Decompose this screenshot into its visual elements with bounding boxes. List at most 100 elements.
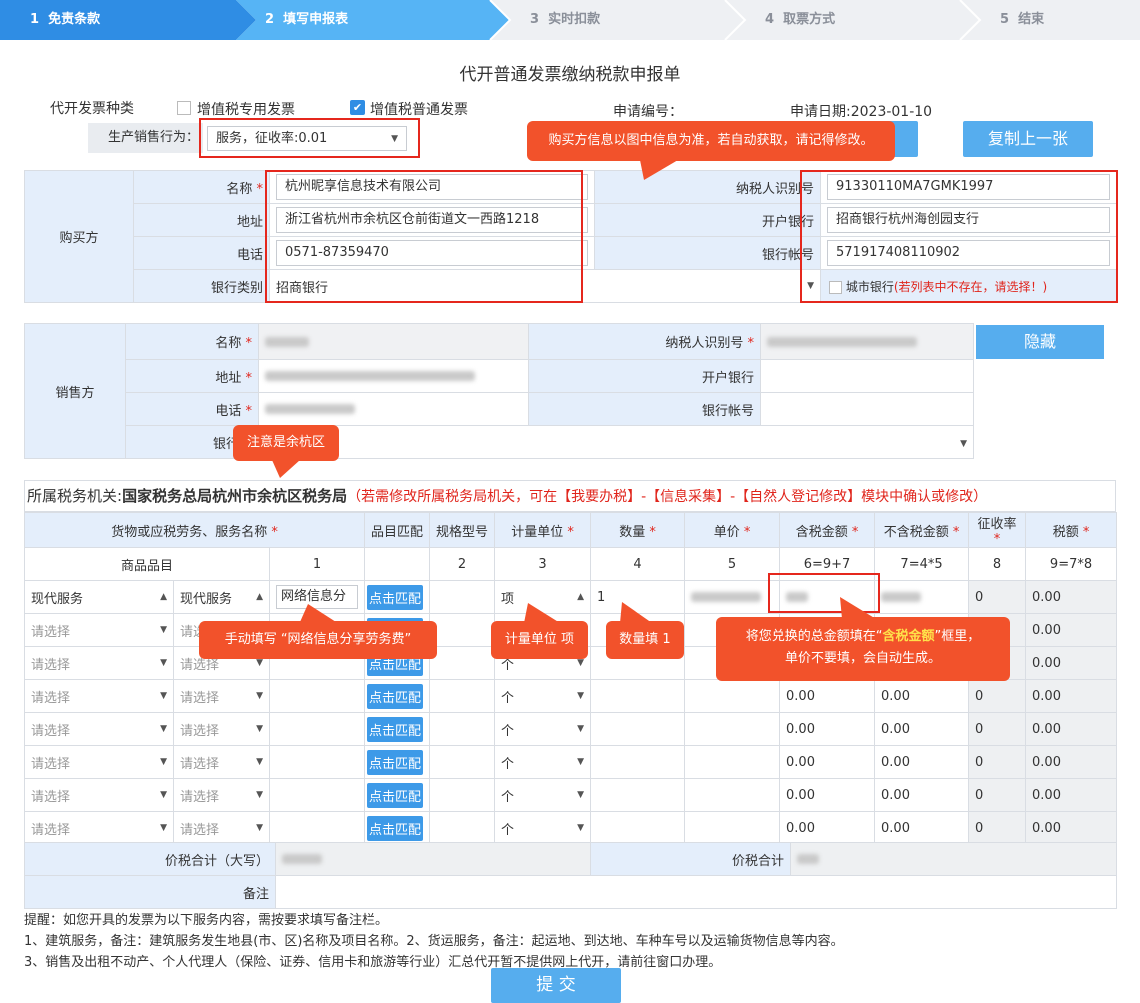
goods-name-input[interactable] — [268, 712, 366, 746]
unit-select[interactable]: 个▼ — [494, 745, 592, 779]
spec-input[interactable] — [429, 712, 496, 746]
amount-input[interactable]: 0.00 — [779, 778, 876, 812]
category-select-1[interactable]: 请选择 ▼ — [24, 811, 174, 845]
seller-banktype-select[interactable]: ▼ — [258, 425, 974, 459]
spec-input[interactable] — [429, 580, 496, 614]
amount-callout: 将您兑换的总金额填在“含税金额”框里， 单价不要填，会自动生成。 — [716, 617, 1010, 681]
tax-value: 0.00 — [1025, 646, 1118, 680]
qty-input[interactable] — [590, 811, 686, 845]
match-button[interactable]: 点击匹配 — [367, 782, 424, 808]
match-button[interactable]: 点击匹配 — [367, 584, 424, 610]
seller-account-value[interactable] — [760, 392, 974, 426]
noamount-value: 0.00 — [874, 679, 970, 713]
amount-input[interactable]: 0.00 — [779, 679, 876, 713]
buyer-taxid-input[interactable]: 91330110MA7GMK1997 — [827, 174, 1110, 200]
qty-input[interactable] — [590, 712, 686, 746]
price-input[interactable] — [684, 811, 781, 845]
match-button[interactable]: 点击匹配 — [367, 749, 424, 775]
category-select-1[interactable]: 请选择 ▼ — [24, 646, 174, 680]
unit-select[interactable]: 个▼ — [494, 712, 592, 746]
buyer-callout: 购买方信息以图中信息为准，若自动获取，请记得修改。 — [527, 121, 895, 161]
category-select-1[interactable]: 现代服务 ▲ — [24, 580, 174, 614]
apply-no-label: 申请编号： — [613, 104, 683, 120]
tax-value: 0.00 — [1025, 580, 1118, 614]
buyer-table: 购买方 名称 * 杭州昵享信息技术有限公司 纳税人识别号 91330110MA7… — [24, 170, 1117, 303]
special-invoice-checkbox[interactable] — [177, 101, 191, 115]
unit-select[interactable]: 个▼ — [494, 679, 592, 713]
spec-input[interactable] — [429, 646, 496, 680]
buyer-account-cell: 571917408110902 — [820, 236, 1117, 270]
match-cell: 点击匹配 — [364, 745, 431, 779]
unit-select[interactable]: 个▼ — [494, 811, 592, 845]
seller-address-label: 地址 * — [125, 359, 259, 393]
remark-input[interactable] — [275, 875, 1117, 909]
category-select-2[interactable]: 请选择▼ — [173, 745, 270, 779]
qty-input[interactable] — [590, 745, 686, 779]
price-input[interactable] — [684, 580, 781, 614]
goods-name-input[interactable] — [268, 745, 366, 779]
seller-bank-value[interactable] — [760, 359, 974, 393]
city-bank-checkbox[interactable] — [829, 280, 842, 294]
price-input[interactable] — [684, 778, 781, 812]
header-tax: 税额 * — [1025, 512, 1118, 548]
buyer-taxid-cell: 91330110MA7GMK1997 — [820, 170, 1117, 204]
price-input[interactable] — [684, 712, 781, 746]
qty-input[interactable] — [590, 778, 686, 812]
sub-n3: 3 — [494, 547, 592, 581]
qty-callout: 数量填 1 — [606, 621, 684, 659]
category-select-2[interactable]: 请选择▼ — [173, 679, 270, 713]
match-button[interactable]: 点击匹配 — [367, 683, 424, 709]
buyer-address-input[interactable]: 浙江省杭州市余杭区仓前街道文一西路1218 — [276, 207, 588, 233]
match-button[interactable]: 点击匹配 — [367, 815, 424, 841]
category-select-2[interactable]: 请选择▼ — [173, 778, 270, 812]
amount-input[interactable]: 0.00 — [779, 811, 876, 845]
buyer-name-cell: 杭州昵享信息技术有限公司 — [269, 170, 595, 204]
seller-phone-label: 电话 * — [125, 392, 259, 426]
buyer-bank-input[interactable]: 招商银行杭州海创园支行 — [827, 207, 1110, 233]
category-select-1[interactable]: 请选择 ▼ — [24, 712, 174, 746]
header-unit: 计量单位 * — [494, 512, 592, 548]
goods-name-input[interactable] — [268, 811, 366, 845]
buyer-banktype-select[interactable]: 招商银行 ▼ — [276, 277, 814, 296]
spec-input[interactable] — [429, 811, 496, 845]
sub-n8: 8 — [968, 547, 1027, 581]
checkmark-icon[interactable]: ✔ — [350, 100, 365, 115]
category-select-1[interactable]: 请选择 ▼ — [24, 613, 174, 647]
price-input[interactable] — [684, 745, 781, 779]
tax-value: 0.00 — [1025, 679, 1118, 713]
seller-bank-label: 开户银行 — [528, 359, 761, 393]
buyer-name-input[interactable]: 杭州昵享信息技术有限公司 — [276, 174, 588, 200]
production-select[interactable]: 服务，征收率:0.01 ▼ — [207, 126, 407, 151]
category-select-2[interactable]: 现代服务 ▲ — [173, 580, 270, 614]
spec-input[interactable] — [429, 778, 496, 812]
goods-name-input[interactable] — [268, 679, 366, 713]
empty-cell — [974, 393, 1117, 426]
buyer-phone-input[interactable]: 0571-87359470 — [276, 240, 588, 266]
match-button[interactable]: 点击匹配 — [367, 716, 424, 742]
amount-input[interactable]: 0.00 — [779, 712, 876, 746]
hide-button[interactable]: 隐藏 — [976, 324, 1104, 359]
goods-name-input[interactable] — [268, 778, 366, 812]
step-5: 5 结束 — [1000, 12, 1045, 27]
buyer-phone-cell: 0571-87359470 — [269, 236, 595, 270]
category-select-2[interactable]: 请选择▼ — [173, 712, 270, 746]
buyer-account-input[interactable]: 571917408110902 — [827, 240, 1110, 266]
category-select-2[interactable]: 请选择▼ — [173, 811, 270, 845]
category-select-1[interactable]: 请选择 ▼ — [24, 745, 174, 779]
spec-input[interactable] — [429, 679, 496, 713]
category-select-1[interactable]: 请选择 ▼ — [24, 679, 174, 713]
seller-phone-value — [258, 392, 529, 426]
rate-value: 0 — [968, 745, 1027, 779]
qty-input[interactable] — [590, 679, 686, 713]
price-input[interactable] — [684, 679, 781, 713]
total-label: 价税合计 — [590, 842, 791, 876]
spec-input[interactable] — [429, 613, 496, 647]
amount-input[interactable]: 0.00 — [779, 745, 876, 779]
submit-button[interactable]: 提 交 — [491, 968, 621, 1003]
category-select-1[interactable]: 请选择 ▼ — [24, 778, 174, 812]
copy-previous-button[interactable]: 复制上一张 — [963, 121, 1093, 157]
spec-input[interactable] — [429, 745, 496, 779]
production-label: 生产销售行为： — [88, 123, 203, 153]
progress-steps: 1 免责条款 2 填写申报表 3 实时扣款 4 取票方式 5 结束 — [0, 0, 1140, 40]
unit-select[interactable]: 个▼ — [494, 778, 592, 812]
